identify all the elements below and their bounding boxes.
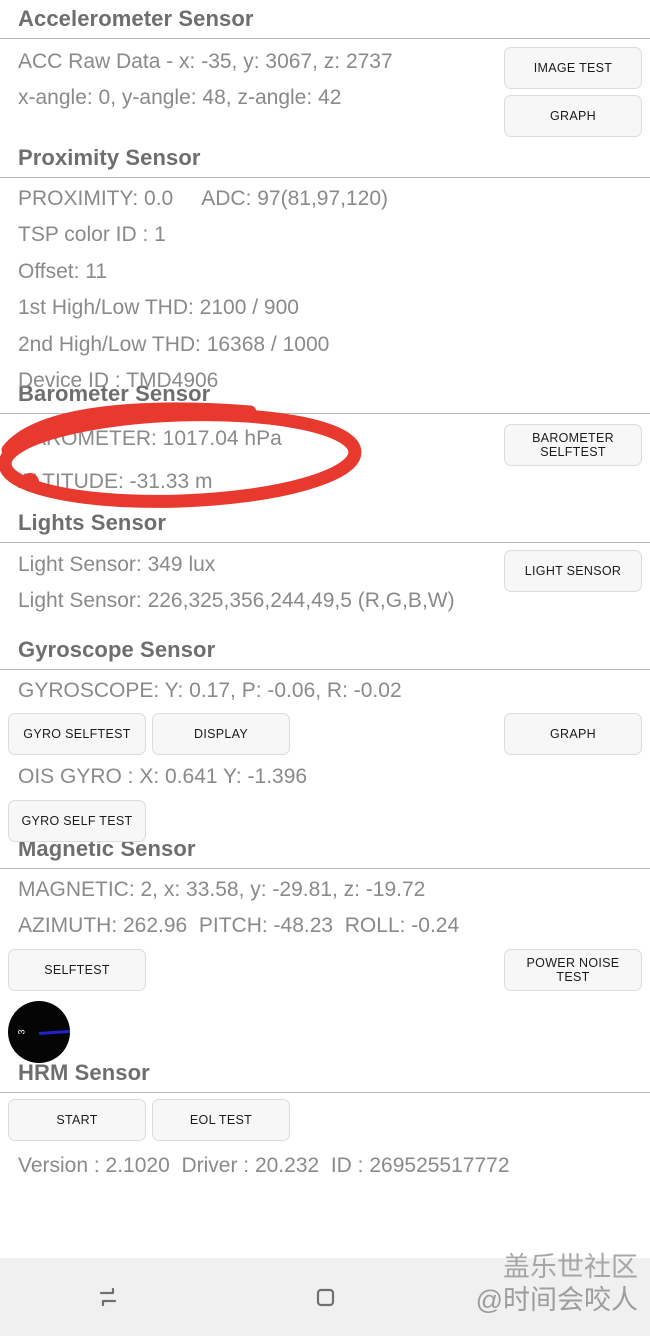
watermark-line-1: 盖乐世社区 xyxy=(503,1251,638,1282)
section-body-proximity: PROXIMITY: 0.0 ADC: 97(81,97,120) TSP co… xyxy=(0,178,650,392)
hrm-eol-test-button[interactable]: EOL TEST xyxy=(152,1099,290,1141)
recents-icon[interactable] xyxy=(93,1282,123,1312)
power-noise-test-button[interactable]: POWER NOISE TEST xyxy=(504,948,642,991)
hrm-version-line: Version : 2.1020 Driver : 20.232 ID : 26… xyxy=(18,1154,510,1177)
section-title-hrm: HRM Sensor xyxy=(18,1060,150,1085)
section-body-hrm: START EOL TEST Version : 2.1020 Driver :… xyxy=(0,1093,650,1184)
scroll-content[interactable]: Accelerometer Sensor ACC Raw Data - x: -… xyxy=(0,0,650,1258)
magnetic-selftest-button[interactable]: SELFTEST xyxy=(8,948,146,991)
section-body-gyroscope: GYROSCOPE: Y: 0.17, P: -0.06, R: -0.02 G… xyxy=(0,670,650,842)
section-body-lights: Light Sensor: 349 lux Light Sensor: 226,… xyxy=(0,543,650,631)
section-title-proximity: Proximity Sensor xyxy=(18,145,201,170)
section-body-magnetic: MAGNETIC: 2, x: 33.58, y: -29.81, z: -19… xyxy=(0,869,650,1063)
compass-widget: 3 xyxy=(8,1000,71,1063)
proximity-device-id: Device ID : TMD4906 xyxy=(18,369,219,393)
gyro-self-test-button[interactable]: GYRO SELF TEST xyxy=(8,799,146,842)
tsp-color-id: TSP color ID : 1 xyxy=(18,223,166,247)
nav-slot-recents[interactable] xyxy=(0,1282,217,1312)
nav-slot-home[interactable] xyxy=(217,1282,434,1312)
image-test-button[interactable]: IMAGE TEST xyxy=(504,47,642,89)
azimuth-pitch-roll: AZIMUTH: 262.96 PITCH: -48.23 ROLL: -0.2… xyxy=(18,914,460,938)
ois-gyro-values: OIS GYRO : X: 0.641 Y: -1.396 xyxy=(18,765,308,789)
section-title-lights: Lights Sensor xyxy=(18,510,166,535)
hrm-start-button[interactable]: START xyxy=(8,1099,146,1141)
proximity-adc: PROXIMITY: 0.0 ADC: 97(81,97,120) xyxy=(18,187,389,210)
accelerometer-graph-button[interactable]: GRAPH xyxy=(504,95,642,137)
watermark: 盖乐世社区 @时间会咬人 xyxy=(476,1251,638,1319)
section-title-gyroscope: Gyroscope Sensor xyxy=(18,637,216,662)
sensor-diagnostic-screen: Accelerometer Sensor ACC Raw Data - x: -… xyxy=(0,0,650,1336)
gyroscope-values: GYROSCOPE: Y: 0.17, P: -0.06, R: -0.02 xyxy=(18,679,402,702)
compass-needle-icon xyxy=(38,1029,71,1035)
proximity-offset: Offset: 11 xyxy=(18,259,108,283)
watermark-line-2: @时间会咬人 xyxy=(475,1285,638,1316)
compass-label: 3 xyxy=(16,1029,27,1035)
home-icon[interactable] xyxy=(310,1282,340,1312)
barometer-selftest-button[interactable]: BAROMETER SELFTEST xyxy=(504,424,642,466)
section-body-barometer: BAROMETER: 1017.04 hPa ALTITUDE: -31.33 … xyxy=(0,414,650,504)
magnetic-values: MAGNETIC: 2, x: 33.58, y: -29.81, z: -19… xyxy=(18,878,426,901)
gyro-selftest-button[interactable]: GYRO SELFTEST xyxy=(8,713,146,756)
section-body-accelerometer: ACC Raw Data - x: -35, y: 3067, z: 2737 … xyxy=(0,39,650,139)
proximity-thd-2nd: 2nd High/Low THD: 16368 / 1000 xyxy=(18,332,330,356)
gyro-display-button[interactable]: DISPLAY xyxy=(152,713,290,756)
proximity-thd-1st: 1st High/Low THD: 2100 / 900 xyxy=(18,296,299,320)
section-title-accelerometer: Accelerometer Sensor xyxy=(18,6,254,31)
light-sensor-button[interactable]: LIGHT SENSOR xyxy=(504,550,642,592)
gyro-graph-button[interactable]: GRAPH xyxy=(504,713,642,756)
